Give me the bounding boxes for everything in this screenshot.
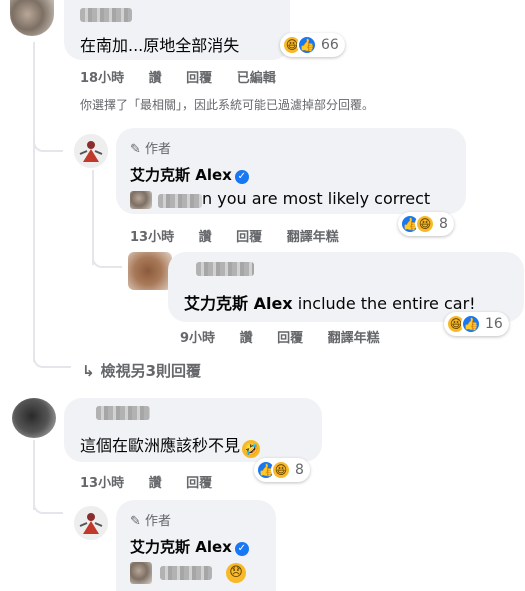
- verified-badge-icon: ✓: [234, 170, 249, 184]
- comment-meta: 13小時 讚 回覆 翻譯年糕: [130, 226, 359, 245]
- reply-arrow-icon: ↳: [82, 362, 95, 380]
- reply-button[interactable]: 回覆: [236, 230, 262, 245]
- timestamp[interactable]: 13小時: [80, 476, 124, 491]
- mention-name[interactable]: [158, 194, 202, 208]
- thread-connector-view-more: [33, 346, 71, 368]
- edited-label: 已編輯: [236, 71, 276, 86]
- like-reaction-icon: 👍: [297, 35, 317, 55]
- pencil-icon: ✎: [130, 514, 141, 529]
- view-more-replies-button[interactable]: ↳ 檢視另3則回覆: [82, 360, 201, 381]
- translate-button[interactable]: 翻譯年糕: [328, 331, 380, 346]
- like-button[interactable]: 讚: [199, 230, 212, 245]
- rofl-emoji-icon: 🤣: [242, 440, 261, 458]
- author-badge: ✎ 作者: [130, 142, 172, 157]
- timestamp[interactable]: 18小時: [80, 71, 124, 86]
- avatar[interactable]: [128, 252, 172, 290]
- avatar[interactable]: [12, 398, 56, 438]
- like-button[interactable]: 讚: [149, 476, 162, 491]
- thread-line-1: [33, 42, 35, 362]
- like-reaction-icon: 👍: [461, 314, 481, 334]
- mention-name[interactable]: [160, 566, 212, 580]
- translate-button[interactable]: 翻譯年糕: [287, 230, 339, 245]
- mention-avatar: [130, 562, 152, 584]
- commenter-name[interactable]: [196, 262, 254, 276]
- thread-connector-reply2: [92, 244, 122, 268]
- reaction-count: 8: [295, 462, 304, 478]
- timestamp[interactable]: 9小時: [180, 331, 215, 346]
- reaction-summary[interactable]: 👍 😆 8: [398, 212, 454, 236]
- author-avatar-image: [74, 134, 108, 168]
- reaction-count: 16: [485, 316, 503, 332]
- reply-button[interactable]: 回覆: [277, 331, 303, 346]
- mention-avatar: [130, 191, 152, 209]
- author-avatar-image: [74, 506, 108, 540]
- commenter-name[interactable]: [96, 406, 150, 420]
- commenter-name[interactable]: [80, 8, 132, 22]
- author-name[interactable]: 艾力克斯 Alex ✓: [130, 164, 249, 185]
- reply-button[interactable]: 回覆: [186, 476, 212, 491]
- like-button[interactable]: 讚: [149, 71, 162, 86]
- timestamp[interactable]: 13小時: [130, 230, 174, 245]
- comment-text: 在南加...原地全部消失: [80, 36, 240, 55]
- reaction-count: 66: [321, 37, 339, 53]
- comment-meta: 18小時 讚 回覆 已編輯: [80, 67, 296, 86]
- thread-connector-reply3: [33, 490, 63, 514]
- thread-connector-reply1: [33, 128, 63, 152]
- comment-text: n you are most likely correct: [202, 189, 431, 208]
- comment-text: 艾力克斯 Alex include the entire car!: [184, 294, 476, 313]
- haha-reaction-icon: 😆: [415, 214, 435, 234]
- reaction-summary[interactable]: 😆 👍 16: [444, 312, 509, 336]
- pencil-icon: ✎: [130, 142, 141, 157]
- author-avatar[interactable]: [74, 506, 108, 540]
- reply-button[interactable]: 回覆: [186, 71, 212, 86]
- filter-notice: 你選擇了「最相關」，因此系統可能已過濾掉部分回覆。: [80, 98, 375, 112]
- author-avatar[interactable]: [74, 134, 108, 168]
- comment-meta: 9小時 讚 回覆 翻譯年糕: [180, 327, 400, 346]
- disappointed-emoji-icon: 😞: [226, 563, 246, 583]
- reaction-count: 8: [439, 216, 448, 232]
- mention-link[interactable]: 艾力克斯 Alex: [184, 294, 293, 313]
- reaction-summary[interactable]: 😆 👍 66: [280, 33, 345, 57]
- haha-reaction-icon: 😆: [271, 460, 291, 480]
- avatar[interactable]: [10, 0, 54, 36]
- comment-meta: 13小時 讚 回覆: [80, 472, 232, 491]
- reaction-summary[interactable]: 👍 😆 8: [254, 458, 310, 482]
- author-name[interactable]: 艾力克斯 Alex ✓: [130, 536, 249, 557]
- comment-text: 這個在歐洲應該秒不見 🤣: [80, 436, 261, 458]
- verified-badge-icon: ✓: [234, 542, 249, 556]
- author-badge: ✎ 作者: [130, 514, 172, 529]
- like-button[interactable]: 讚: [240, 331, 253, 346]
